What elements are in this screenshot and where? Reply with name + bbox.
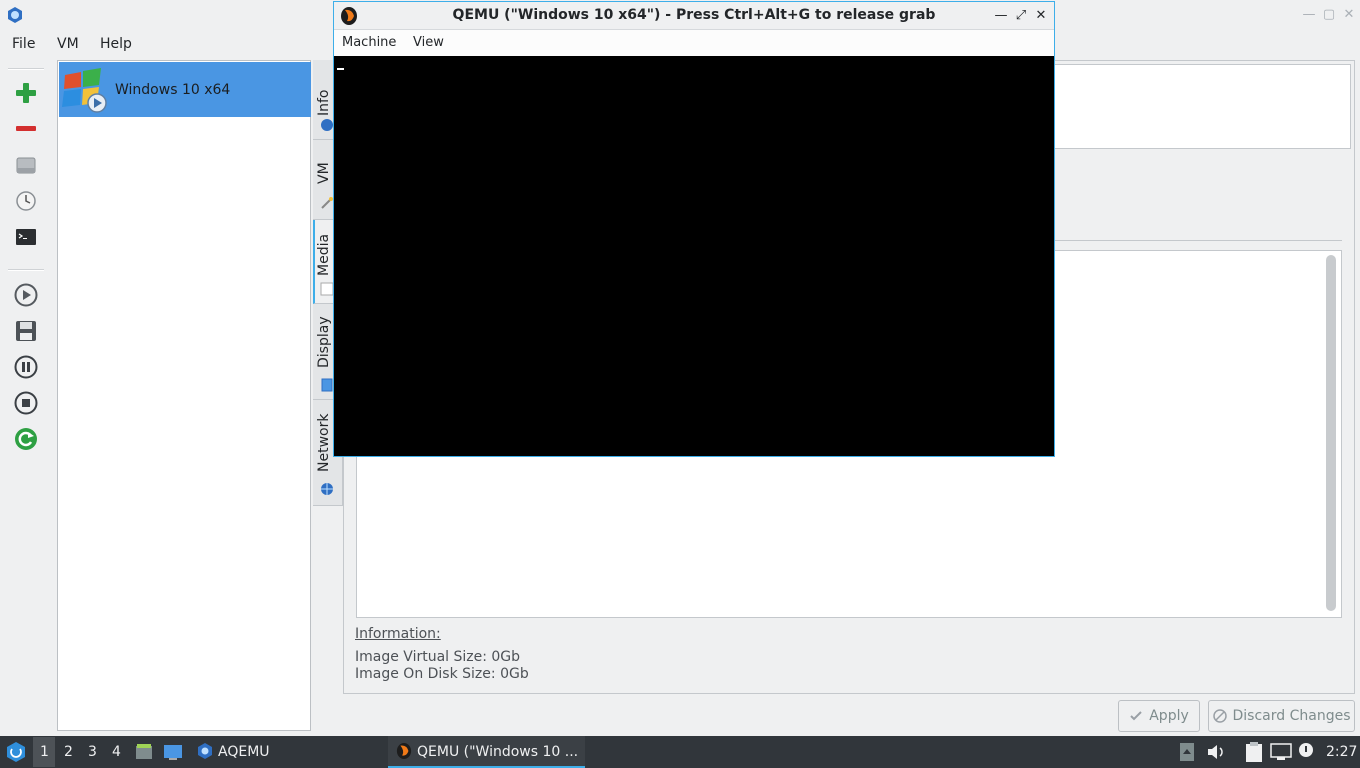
windows-vm-icon (62, 67, 107, 113)
image-disk-size: Image On Disk Size: 0Gb (355, 666, 529, 682)
tab-display-label: Display (316, 316, 332, 368)
workspace-3[interactable]: 3 (88, 744, 97, 760)
task-aqemu[interactable]: AQEMU (218, 744, 270, 760)
media-tab-icon (320, 282, 334, 296)
terminal-icon[interactable] (10, 221, 42, 253)
information-heading: Information: (355, 626, 441, 642)
qemu-minimize-icon[interactable]: — (992, 7, 1010, 25)
reset-icon[interactable] (10, 423, 42, 455)
tab-info-label: Info (316, 89, 332, 117)
discard-changes-button[interactable]: Discard Changes (1208, 700, 1355, 732)
workspace-1[interactable]: 1 (40, 744, 49, 760)
tab-network-label: Network (316, 413, 332, 472)
apply-label: Apply (1149, 708, 1189, 724)
tray-expand-icon[interactable] (1180, 743, 1194, 761)
apply-button[interactable]: Apply (1118, 700, 1200, 732)
start-icon[interactable] (10, 279, 42, 311)
media-list-scrollbar[interactable] (1326, 255, 1336, 611)
show-desktop-icon[interactable] (162, 742, 184, 762)
network-icon[interactable] (1270, 742, 1292, 762)
menu-file[interactable]: File (12, 36, 35, 52)
wand-icon (321, 197, 333, 209)
start-menu-icon[interactable] (5, 741, 27, 763)
clock-icon[interactable] (10, 185, 42, 217)
panel-separator (1054, 240, 1342, 241)
aqemu-app-icon (8, 7, 22, 23)
network-tab-icon (321, 483, 333, 495)
clock[interactable]: 2:27 (1326, 744, 1357, 760)
minimize-icon[interactable]: — (1300, 6, 1318, 24)
qemu-close-icon[interactable]: ✕ (1032, 7, 1050, 25)
volume-icon[interactable] (1206, 742, 1226, 762)
clipboard-icon[interactable] (1244, 741, 1264, 763)
tab-media-label: Media (316, 233, 332, 276)
vm-list[interactable]: Windows 10 x64 (57, 60, 311, 731)
qemu-title: QEMU ("Windows 10 x64") - Press Ctrl+Alt… (452, 7, 936, 23)
workspace-4[interactable]: 4 (112, 744, 121, 760)
guest-display[interactable] (334, 56, 1054, 456)
cancel-icon (1212, 709, 1227, 723)
image-virtual-size: Image Virtual Size: 0Gb (355, 649, 521, 665)
vm-list-item[interactable]: Windows 10 x64 (59, 62, 311, 117)
tab-vm-label: VM (316, 162, 332, 184)
media-top-box (1048, 64, 1351, 149)
disk-icon[interactable] (10, 149, 42, 181)
text-cursor (337, 68, 344, 70)
file-manager-icon[interactable] (134, 742, 154, 762)
display-tab-icon (321, 378, 333, 392)
toolbar-separator (8, 269, 44, 271)
qemu-menu-machine[interactable]: Machine (342, 35, 396, 50)
discard-label: Discard Changes (1232, 708, 1351, 724)
toolbar-separator (8, 68, 44, 70)
qemu-task-icon (396, 743, 412, 759)
task-qemu: QEMU ("Windows 10 ... (417, 744, 579, 760)
remove-vm-icon[interactable] (10, 113, 42, 145)
menu-vm[interactable]: VM (57, 36, 79, 52)
notification-icon[interactable] (1298, 742, 1314, 760)
maximize-icon[interactable]: ▢ (1320, 6, 1338, 24)
vm-name: Windows 10 x64 (115, 81, 231, 98)
workspace-2[interactable]: 2 (64, 744, 73, 760)
pause-icon[interactable] (10, 351, 42, 383)
aqemu-task-icon (198, 743, 212, 759)
check-icon (1130, 711, 1142, 721)
info-tab-icon (321, 119, 333, 131)
qemu-maximize-icon[interactable]: ⤢ (1012, 7, 1030, 25)
qemu-window[interactable]: QEMU ("Windows 10 x64") - Press Ctrl+Alt… (333, 1, 1055, 457)
stop-icon[interactable] (10, 387, 42, 419)
close-icon[interactable]: ✕ (1340, 6, 1358, 24)
save-icon[interactable] (10, 315, 42, 347)
menu-help[interactable]: Help (100, 36, 132, 52)
qemu-menu-view[interactable]: View (413, 35, 444, 50)
add-vm-icon[interactable] (10, 77, 42, 109)
